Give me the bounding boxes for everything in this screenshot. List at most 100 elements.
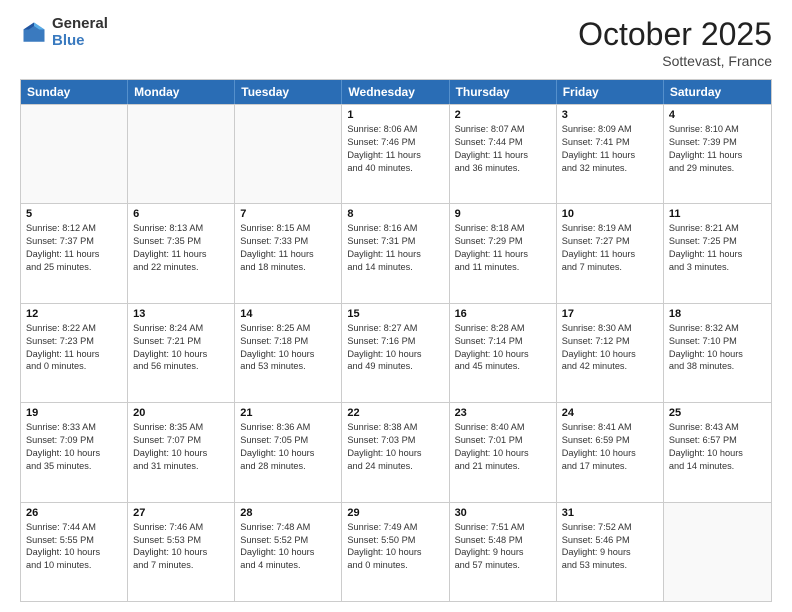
calendar-cell-r2c1: 13Sunrise: 8:24 AMSunset: 7:21 PMDayligh…: [128, 304, 235, 402]
cell-line: Sunrise: 8:13 AM: [133, 222, 229, 235]
cell-line: Sunset: 7:01 PM: [455, 434, 551, 447]
day-number: 1: [347, 109, 443, 121]
cell-line: and 7 minutes.: [133, 559, 229, 572]
calendar-cell-r3c3: 22Sunrise: 8:38 AMSunset: 7:03 PMDayligh…: [342, 403, 449, 501]
cell-line: Daylight: 10 hours: [26, 447, 122, 460]
calendar-cell-r0c2: [235, 105, 342, 203]
day-number: 8: [347, 208, 443, 220]
cell-line: Daylight: 10 hours: [347, 348, 443, 361]
calendar-row-3: 19Sunrise: 8:33 AMSunset: 7:09 PMDayligh…: [21, 402, 771, 501]
cell-line: Daylight: 10 hours: [347, 546, 443, 559]
cell-line: Sunset: 7:39 PM: [669, 136, 766, 149]
cell-line: and 40 minutes.: [347, 162, 443, 175]
cell-line: Sunset: 7:05 PM: [240, 434, 336, 447]
header: General Blue October 2025 Sottevast, Fra…: [20, 16, 772, 69]
cell-line: Sunset: 7:12 PM: [562, 335, 658, 348]
calendar-cell-r0c3: 1Sunrise: 8:06 AMSunset: 7:46 PMDaylight…: [342, 105, 449, 203]
calendar-row-2: 12Sunrise: 8:22 AMSunset: 7:23 PMDayligh…: [21, 303, 771, 402]
day-number: 16: [455, 308, 551, 320]
logo: General Blue: [20, 16, 108, 49]
cell-line: Daylight: 11 hours: [347, 149, 443, 162]
calendar-row-0: 1Sunrise: 8:06 AMSunset: 7:46 PMDaylight…: [21, 104, 771, 203]
calendar-cell-r2c0: 12Sunrise: 8:22 AMSunset: 7:23 PMDayligh…: [21, 304, 128, 402]
day-number: 20: [133, 407, 229, 419]
cell-line: and 14 minutes.: [347, 261, 443, 274]
cell-line: Sunrise: 7:48 AM: [240, 521, 336, 534]
cell-line: and 57 minutes.: [455, 559, 551, 572]
day-number: 22: [347, 407, 443, 419]
cell-line: Sunrise: 8:35 AM: [133, 421, 229, 434]
day-number: 2: [455, 109, 551, 121]
cell-line: Daylight: 10 hours: [455, 447, 551, 460]
cell-line: Daylight: 11 hours: [26, 248, 122, 261]
calendar-cell-r0c5: 3Sunrise: 8:09 AMSunset: 7:41 PMDaylight…: [557, 105, 664, 203]
calendar-cell-r3c0: 19Sunrise: 8:33 AMSunset: 7:09 PMDayligh…: [21, 403, 128, 501]
calendar-row-1: 5Sunrise: 8:12 AMSunset: 7:37 PMDaylight…: [21, 203, 771, 302]
cell-line: Sunrise: 8:16 AM: [347, 222, 443, 235]
day-number: 26: [26, 507, 122, 519]
cell-line: Sunrise: 8:32 AM: [669, 322, 766, 335]
cell-line: Sunrise: 8:27 AM: [347, 322, 443, 335]
cell-line: Sunrise: 8:12 AM: [26, 222, 122, 235]
cell-line: Sunset: 5:53 PM: [133, 534, 229, 547]
cell-line: Sunrise: 8:41 AM: [562, 421, 658, 434]
calendar-cell-r0c4: 2Sunrise: 8:07 AMSunset: 7:44 PMDaylight…: [450, 105, 557, 203]
day-number: 30: [455, 507, 551, 519]
calendar-cell-r4c1: 27Sunrise: 7:46 AMSunset: 5:53 PMDayligh…: [128, 503, 235, 601]
cell-line: Sunset: 7:41 PM: [562, 136, 658, 149]
cell-line: Daylight: 11 hours: [347, 248, 443, 261]
day-number: 13: [133, 308, 229, 320]
cell-line: and 28 minutes.: [240, 460, 336, 473]
cell-line: Daylight: 10 hours: [347, 447, 443, 460]
day-number: 11: [669, 208, 766, 220]
calendar-row-4: 26Sunrise: 7:44 AMSunset: 5:55 PMDayligh…: [21, 502, 771, 601]
cell-line: Sunset: 7:07 PM: [133, 434, 229, 447]
cell-line: and 21 minutes.: [455, 460, 551, 473]
day-number: 25: [669, 407, 766, 419]
day-number: 9: [455, 208, 551, 220]
calendar-cell-r4c2: 28Sunrise: 7:48 AMSunset: 5:52 PMDayligh…: [235, 503, 342, 601]
cell-line: Sunrise: 7:46 AM: [133, 521, 229, 534]
cell-line: and 56 minutes.: [133, 360, 229, 373]
calendar-cell-r2c4: 16Sunrise: 8:28 AMSunset: 7:14 PMDayligh…: [450, 304, 557, 402]
location: Sottevast, France: [578, 53, 772, 69]
calendar-cell-r0c6: 4Sunrise: 8:10 AMSunset: 7:39 PMDaylight…: [664, 105, 771, 203]
cell-line: Daylight: 10 hours: [240, 546, 336, 559]
cell-line: Sunset: 5:46 PM: [562, 534, 658, 547]
cell-line: Daylight: 10 hours: [26, 546, 122, 559]
cell-line: Sunrise: 8:30 AM: [562, 322, 658, 335]
day-header-monday: Monday: [128, 80, 235, 104]
cell-line: and 53 minutes.: [240, 360, 336, 373]
cell-line: and 45 minutes.: [455, 360, 551, 373]
cell-line: and 14 minutes.: [669, 460, 766, 473]
cell-line: Sunset: 7:35 PM: [133, 235, 229, 248]
calendar-cell-r2c3: 15Sunrise: 8:27 AMSunset: 7:16 PMDayligh…: [342, 304, 449, 402]
cell-line: Sunrise: 7:49 AM: [347, 521, 443, 534]
calendar-cell-r3c4: 23Sunrise: 8:40 AMSunset: 7:01 PMDayligh…: [450, 403, 557, 501]
calendar-cell-r1c0: 5Sunrise: 8:12 AMSunset: 7:37 PMDaylight…: [21, 204, 128, 302]
cell-line: and 29 minutes.: [669, 162, 766, 175]
cell-line: Sunrise: 8:18 AM: [455, 222, 551, 235]
calendar-body: 1Sunrise: 8:06 AMSunset: 7:46 PMDaylight…: [21, 104, 771, 601]
cell-line: Sunset: 7:14 PM: [455, 335, 551, 348]
day-number: 4: [669, 109, 766, 121]
calendar-cell-r0c1: [128, 105, 235, 203]
day-number: 18: [669, 308, 766, 320]
calendar-cell-r1c5: 10Sunrise: 8:19 AMSunset: 7:27 PMDayligh…: [557, 204, 664, 302]
cell-line: Daylight: 11 hours: [562, 248, 658, 261]
cell-line: Sunset: 7:37 PM: [26, 235, 122, 248]
cell-line: Daylight: 9 hours: [562, 546, 658, 559]
cell-line: Sunset: 7:23 PM: [26, 335, 122, 348]
cell-line: Sunset: 6:59 PM: [562, 434, 658, 447]
cell-line: Sunset: 7:33 PM: [240, 235, 336, 248]
calendar-cell-r2c5: 17Sunrise: 8:30 AMSunset: 7:12 PMDayligh…: [557, 304, 664, 402]
cell-line: Sunrise: 8:24 AM: [133, 322, 229, 335]
cell-line: Sunset: 5:50 PM: [347, 534, 443, 547]
cell-line: Sunset: 7:46 PM: [347, 136, 443, 149]
cell-line: Daylight: 11 hours: [562, 149, 658, 162]
cell-line: Daylight: 10 hours: [240, 348, 336, 361]
cell-line: Daylight: 11 hours: [26, 348, 122, 361]
cell-line: Sunrise: 8:33 AM: [26, 421, 122, 434]
cell-line: and 7 minutes.: [562, 261, 658, 274]
month-title: October 2025: [578, 16, 772, 53]
